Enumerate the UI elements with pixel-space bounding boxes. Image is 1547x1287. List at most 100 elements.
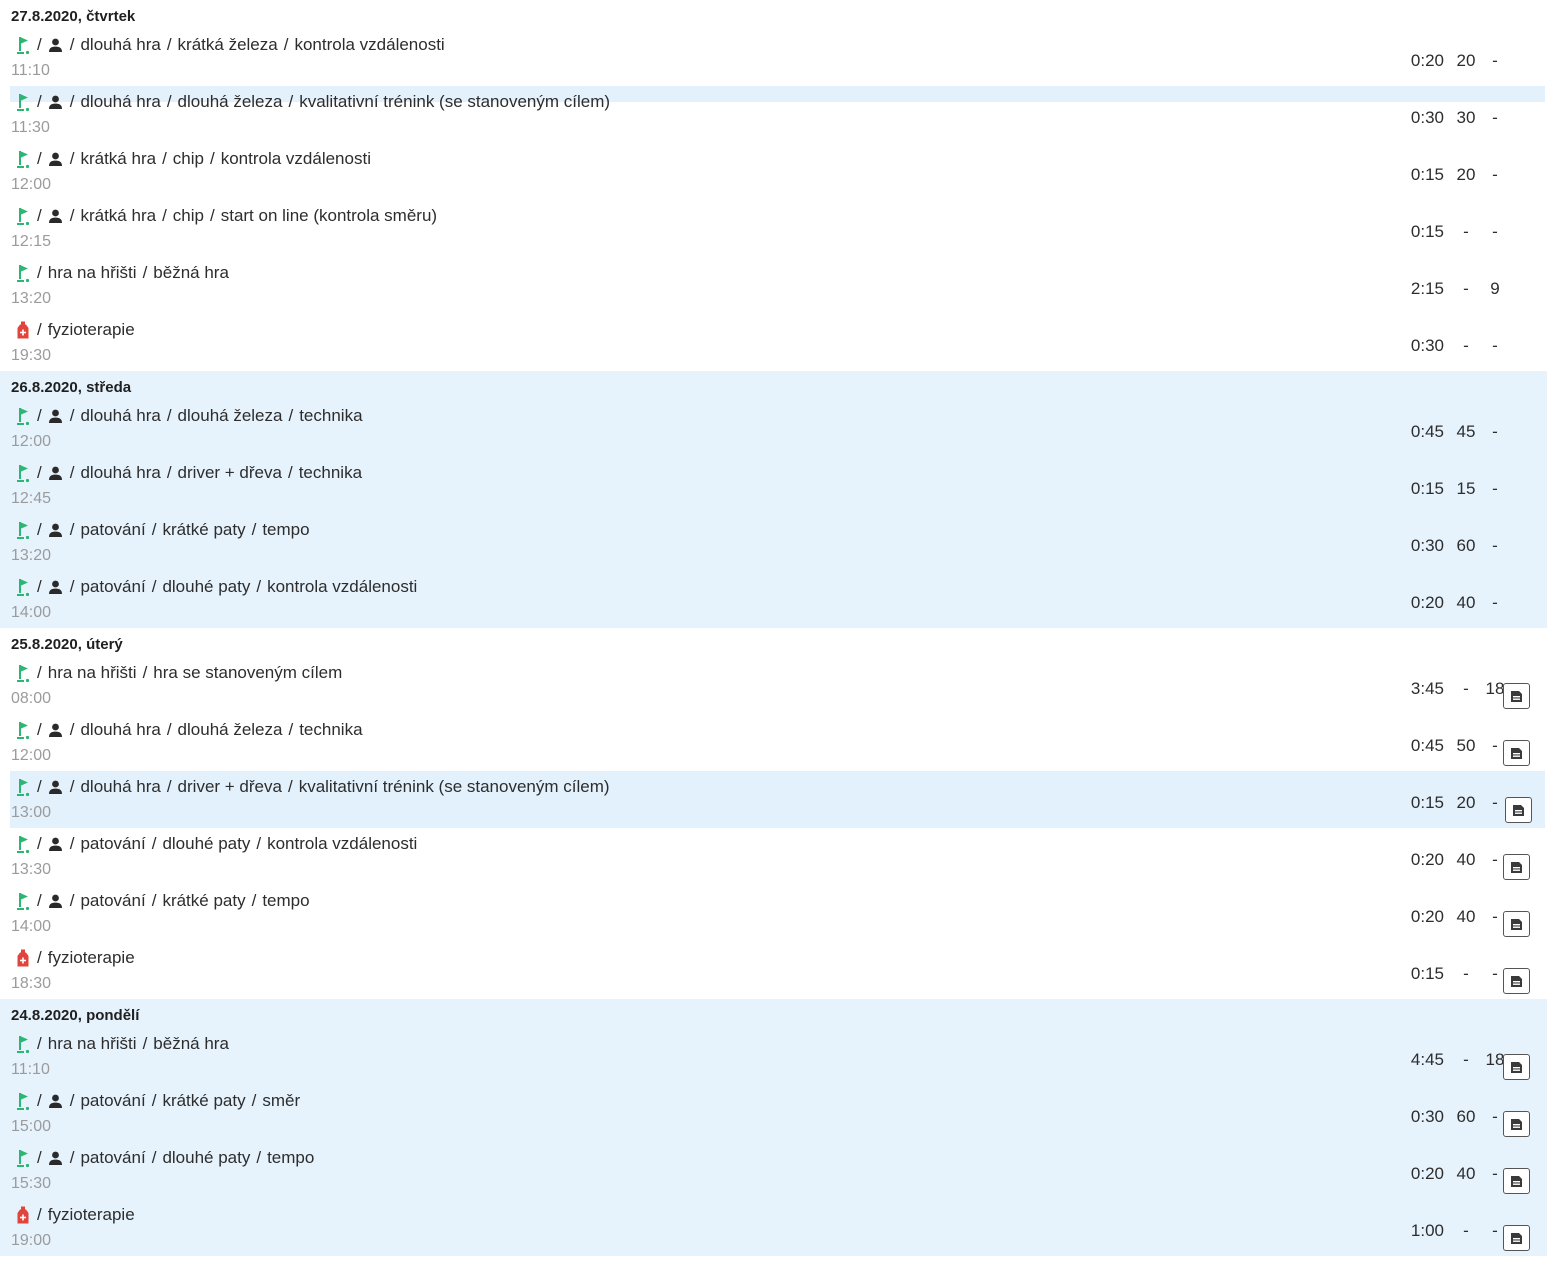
training-entry-row[interactable]: / hra na hřišti / běžná hra 13:20 2:15- 9 bbox=[0, 257, 1547, 314]
training-entry-row[interactable]: / / patování / dlouhé paty / kontrola vzdáleno… bbox=[0, 828, 1547, 885]
entry-count: 60 bbox=[1456, 1107, 1476, 1126]
person-icon bbox=[48, 149, 64, 169]
document-button[interactable] bbox=[1503, 1111, 1530, 1137]
person-icon bbox=[48, 777, 64, 797]
entry-duration: 3:45 bbox=[1410, 679, 1444, 698]
path-separator: / bbox=[37, 663, 42, 682]
entry-holes: 18 bbox=[1485, 679, 1505, 698]
entry-duration: 0:30 bbox=[1410, 536, 1444, 555]
entry-stats: 0:15- - bbox=[1385, 222, 1505, 244]
entry-category-path: / / patování / dlouhé paty / tempo bbox=[15, 1147, 314, 1169]
path-separator: / bbox=[251, 1091, 257, 1110]
path-separator: / bbox=[37, 1148, 42, 1167]
entry-duration: 0:30 bbox=[1410, 108, 1444, 127]
document-button[interactable] bbox=[1503, 1054, 1530, 1080]
training-entry-row[interactable]: / / patování / krátké paty / tempo 13:20 0:30 60- bbox=[0, 514, 1547, 571]
path-segment: patování bbox=[80, 577, 146, 596]
path-segment: dlouhá hra bbox=[80, 92, 161, 111]
path-segment: krátké paty bbox=[162, 891, 246, 910]
document-button[interactable] bbox=[1505, 797, 1532, 823]
document-button[interactable] bbox=[1503, 1168, 1530, 1194]
entry-start-time: 11:30 bbox=[11, 119, 50, 136]
training-entry-row[interactable]: / / dlouhá hra / krátká železa / kontrola vzdá… bbox=[0, 29, 1547, 86]
path-separator: / bbox=[209, 149, 215, 168]
entry-stats: 0:30- - bbox=[1385, 336, 1505, 358]
entry-duration: 0:15 bbox=[1410, 793, 1444, 812]
entry-duration: 0:20 bbox=[1410, 593, 1444, 612]
golf-flag-icon bbox=[15, 577, 31, 597]
path-segment: patování bbox=[80, 520, 146, 539]
entry-category-path: / / patování / krátké paty / tempo bbox=[15, 890, 310, 912]
training-entry-row[interactable]: / / krátká hra / chip / kontrola vzdálenosti 12… bbox=[0, 143, 1547, 200]
training-entry-row[interactable]: / / patování / dlouhé paty / tempo 15:30 0:20 40- bbox=[0, 1142, 1547, 1199]
path-segment: krátká hra bbox=[80, 149, 157, 168]
path-separator: / bbox=[69, 1091, 75, 1110]
entry-category-path: / / patování / krátké paty / tempo bbox=[15, 519, 310, 541]
entry-stats: 0:45 45- bbox=[1385, 422, 1505, 444]
path-segment: tempo bbox=[262, 891, 310, 910]
path-separator: / bbox=[166, 463, 172, 482]
path-separator: / bbox=[288, 720, 294, 739]
entry-stats: 0:15 20- bbox=[1385, 165, 1505, 187]
path-segment: dlouhé paty bbox=[162, 834, 251, 853]
document-button[interactable] bbox=[1503, 854, 1530, 880]
training-entry-row[interactable]: / / dlouhá hra / dlouhá železa / kvalitativní … bbox=[0, 86, 1547, 143]
entry-stats: 2:15- 9 bbox=[1385, 279, 1505, 301]
path-segment: běžná hra bbox=[153, 1034, 229, 1053]
training-entry-row[interactable]: / fyzioterapie 18:30 0:15- - bbox=[0, 942, 1547, 999]
training-entry-row[interactable]: / / patování / krátké paty / tempo 14:00 0:20 40- bbox=[0, 885, 1547, 942]
document-icon bbox=[1510, 690, 1523, 703]
path-segment: dlouhá hra bbox=[80, 35, 161, 54]
entry-category-path: / fyzioterapie bbox=[15, 1204, 135, 1226]
path-segment: fyzioterapie bbox=[47, 320, 135, 339]
document-button[interactable] bbox=[1503, 968, 1530, 994]
training-entry-row[interactable]: / hra na hřišti / hra se stanoveným cílem 08… bbox=[0, 657, 1547, 714]
document-icon bbox=[1510, 1175, 1523, 1188]
document-button[interactable] bbox=[1503, 740, 1530, 766]
entry-count: 40 bbox=[1456, 850, 1476, 869]
person-icon bbox=[48, 520, 64, 540]
document-button[interactable] bbox=[1503, 911, 1530, 937]
training-entry-row[interactable]: / fyzioterapie 19:00 1:00- - bbox=[0, 1199, 1547, 1256]
path-segment: běžná hra bbox=[153, 263, 229, 282]
path-separator: / bbox=[69, 149, 75, 168]
golf-flag-icon bbox=[15, 834, 31, 854]
entry-start-time: 13:20 bbox=[11, 290, 52, 307]
training-entry-row[interactable]: / / krátká hra / chip / start on line (kontrol… bbox=[0, 200, 1547, 257]
person-icon bbox=[48, 720, 64, 740]
entry-stats: 3:45-18 bbox=[1385, 679, 1505, 701]
training-entry-row[interactable]: / / patování / krátké paty / směr 15:00 0:30 60- bbox=[0, 1085, 1547, 1142]
path-separator: / bbox=[256, 1148, 262, 1167]
path-segment: technika bbox=[299, 720, 363, 739]
path-separator: / bbox=[151, 1091, 157, 1110]
path-segment: patování bbox=[80, 1091, 146, 1110]
path-separator: / bbox=[37, 1034, 42, 1053]
document-button[interactable] bbox=[1503, 1225, 1530, 1251]
entry-category-path: / / krátká hra / chip / kontrola vzdálenosti bbox=[15, 148, 371, 170]
path-separator: / bbox=[166, 720, 172, 739]
entry-count: - bbox=[1463, 222, 1469, 241]
path-separator: / bbox=[37, 206, 42, 225]
entry-category-path: / fyzioterapie bbox=[15, 319, 135, 341]
entry-stats: 4:45-18 bbox=[1385, 1050, 1505, 1072]
training-entry-row[interactable]: / / dlouhá hra / dlouhá železa / technika 12:00… bbox=[0, 400, 1547, 457]
path-segment: krátká železa bbox=[177, 35, 278, 54]
training-entry-row[interactable]: / / dlouhá hra / dlouhá železa / technika 12:00… bbox=[0, 714, 1547, 771]
training-entry-row[interactable]: / / dlouhá hra / driver + dřeva / kvalitativní… bbox=[10, 771, 1545, 828]
day-date-heading: 27.8.2020, čtvrtek bbox=[11, 8, 136, 25]
path-segment: dlouhá hra bbox=[80, 406, 161, 425]
path-separator: / bbox=[37, 92, 42, 111]
training-entry-row[interactable]: / / patování / dlouhé paty / kontrola vzdáleno… bbox=[0, 571, 1547, 628]
document-button[interactable] bbox=[1503, 683, 1530, 709]
path-segment: hra na hřišti bbox=[47, 263, 137, 282]
path-separator: / bbox=[37, 320, 42, 339]
training-entry-row[interactable]: / fyzioterapie 19:30 0:30- - bbox=[0, 314, 1547, 371]
entry-count: - bbox=[1463, 679, 1469, 698]
path-separator: / bbox=[69, 891, 75, 910]
entry-start-time: 12:00 bbox=[11, 433, 52, 450]
training-entry-row[interactable]: / / dlouhá hra / driver + dřeva / technika 12:4… bbox=[0, 457, 1547, 514]
training-entry-row[interactable]: / hra na hřišti / běžná hra 11:10 4:45-18 bbox=[0, 1028, 1547, 1085]
path-segment: dlouhé paty bbox=[162, 577, 251, 596]
entry-holes: 18 bbox=[1485, 1050, 1505, 1069]
entry-stats: 0:45 50- bbox=[1385, 736, 1505, 758]
